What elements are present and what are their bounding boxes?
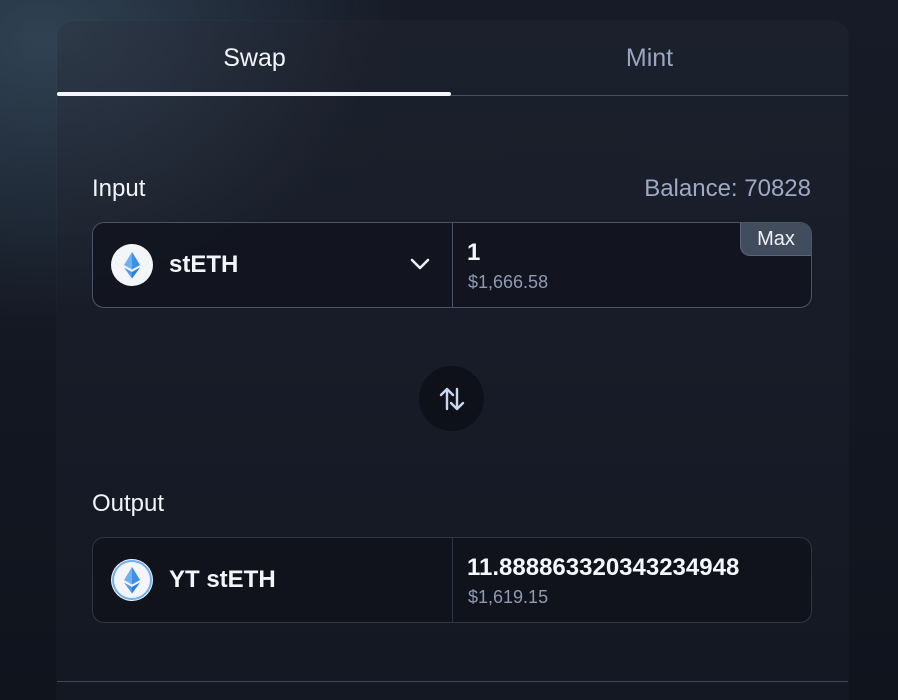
swap-arrows-icon [439,387,464,410]
steth-logo-icon [111,559,153,601]
output-token-symbol: YT stETH [169,566,276,593]
steth-logo-icon [111,244,153,286]
tab-swap[interactable]: Swap [57,21,452,95]
input-token-symbol: stETH [169,251,239,278]
tab-bar: Swap Mint [57,21,848,96]
input-token-selector[interactable]: stETH [93,223,453,307]
input-label: Input [92,175,146,202]
tab-mint[interactable]: Mint [452,21,847,95]
active-tab-indicator [57,92,451,96]
output-token-display: YT stETH [93,538,453,622]
chevron-down-icon [410,258,430,270]
swap-card: Swap Mint Input Balance: 70828 stETH 1 $… [57,21,848,700]
input-amount[interactable]: 1 [467,239,480,267]
switch-direction-button[interactable] [419,366,484,431]
section-divider [57,681,848,682]
output-usd-value: $1,619.15 [468,587,549,607]
output-amount: 11.888863320343234948 [467,554,740,581]
output-field: YT stETH 11.888863320343234948 $1,619.15 [92,537,812,623]
balance-text: Balance: 70828 [644,175,811,202]
input-usd-value: $1,666.58 [468,272,549,292]
output-label: Output [92,490,165,517]
max-button[interactable]: Max [740,223,811,256]
input-field: stETH 1 $1,666.58 Max [92,222,812,308]
